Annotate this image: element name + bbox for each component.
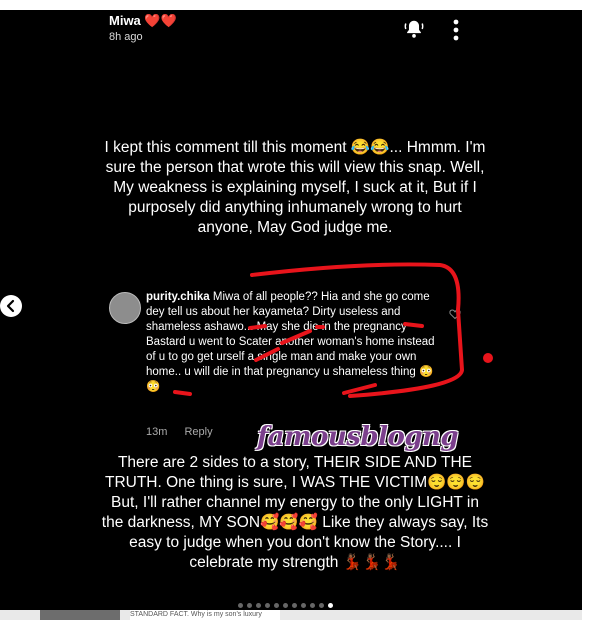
right-edge-strip — [582, 0, 589, 620]
progress-dot — [301, 603, 306, 608]
progress-dot — [310, 603, 315, 608]
chevron-left-icon — [6, 299, 15, 313]
background-page-strip: STANDARD FACT. Why is my son's luxury li… — [0, 610, 589, 620]
progress-dot — [265, 603, 270, 608]
progress-dot — [274, 603, 279, 608]
story-view: Miwa ❤️❤️ 8h ago I kept this comment til… — [0, 10, 589, 610]
progress-dot-active — [328, 603, 333, 608]
story-progress-dots — [238, 595, 337, 608]
previous-story-button[interactable] — [0, 295, 22, 317]
progress-dot — [247, 603, 252, 608]
background-image-fragment — [40, 610, 120, 620]
progress-dot — [283, 603, 288, 608]
progress-dot — [256, 603, 261, 608]
background-snippet: STANDARD FACT. Why is my son's luxury li… — [130, 610, 280, 620]
progress-dot — [238, 603, 243, 608]
red-annotation-marks — [173, 262, 493, 398]
progress-dot — [319, 603, 324, 608]
progress-dot — [292, 603, 297, 608]
